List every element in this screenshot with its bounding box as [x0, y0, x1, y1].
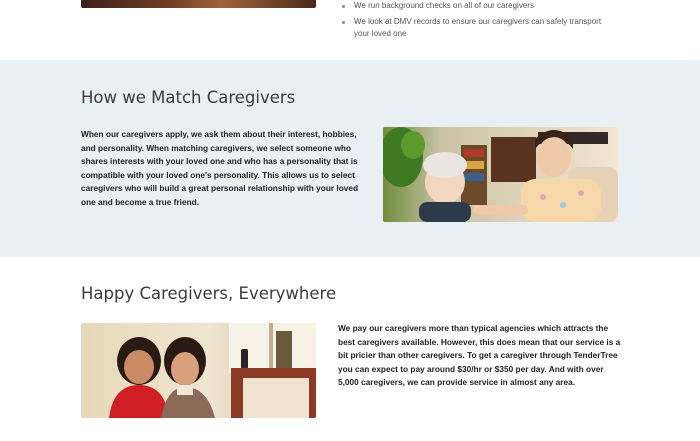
bullet-text: We run background checks on all of our c…: [354, 1, 534, 10]
happy-heading: Happy Caregivers, Everywhere: [81, 284, 337, 303]
happy-section: Happy Caregivers, Everywhere We pay our …: [0, 257, 700, 441]
top-section: We run background checks on all of our c…: [0, 0, 700, 60]
safety-bullet-list: We run background checks on all of our c…: [342, 0, 609, 40]
match-heading: How we Match Caregivers: [81, 88, 296, 107]
bullet-item: We run background checks on all of our c…: [342, 0, 609, 12]
caregiver-with-senior-photo: [383, 127, 618, 222]
caregiver-photo-cropped: [81, 0, 316, 8]
smiling-caregivers-photo: [81, 323, 316, 418]
pricing-description: We pay our caregivers more than typical …: [338, 323, 621, 387]
match-section: How we Match Caregivers When our caregiv…: [0, 60, 700, 257]
bullet-icon: [342, 5, 345, 8]
bullet-item: We look at DMV records to ensure our car…: [342, 16, 609, 40]
match-description: When our caregivers apply, we ask them a…: [81, 129, 359, 207]
bullet-text: We look at DMV records to ensure our car…: [354, 17, 602, 38]
bullet-icon: [342, 21, 345, 24]
